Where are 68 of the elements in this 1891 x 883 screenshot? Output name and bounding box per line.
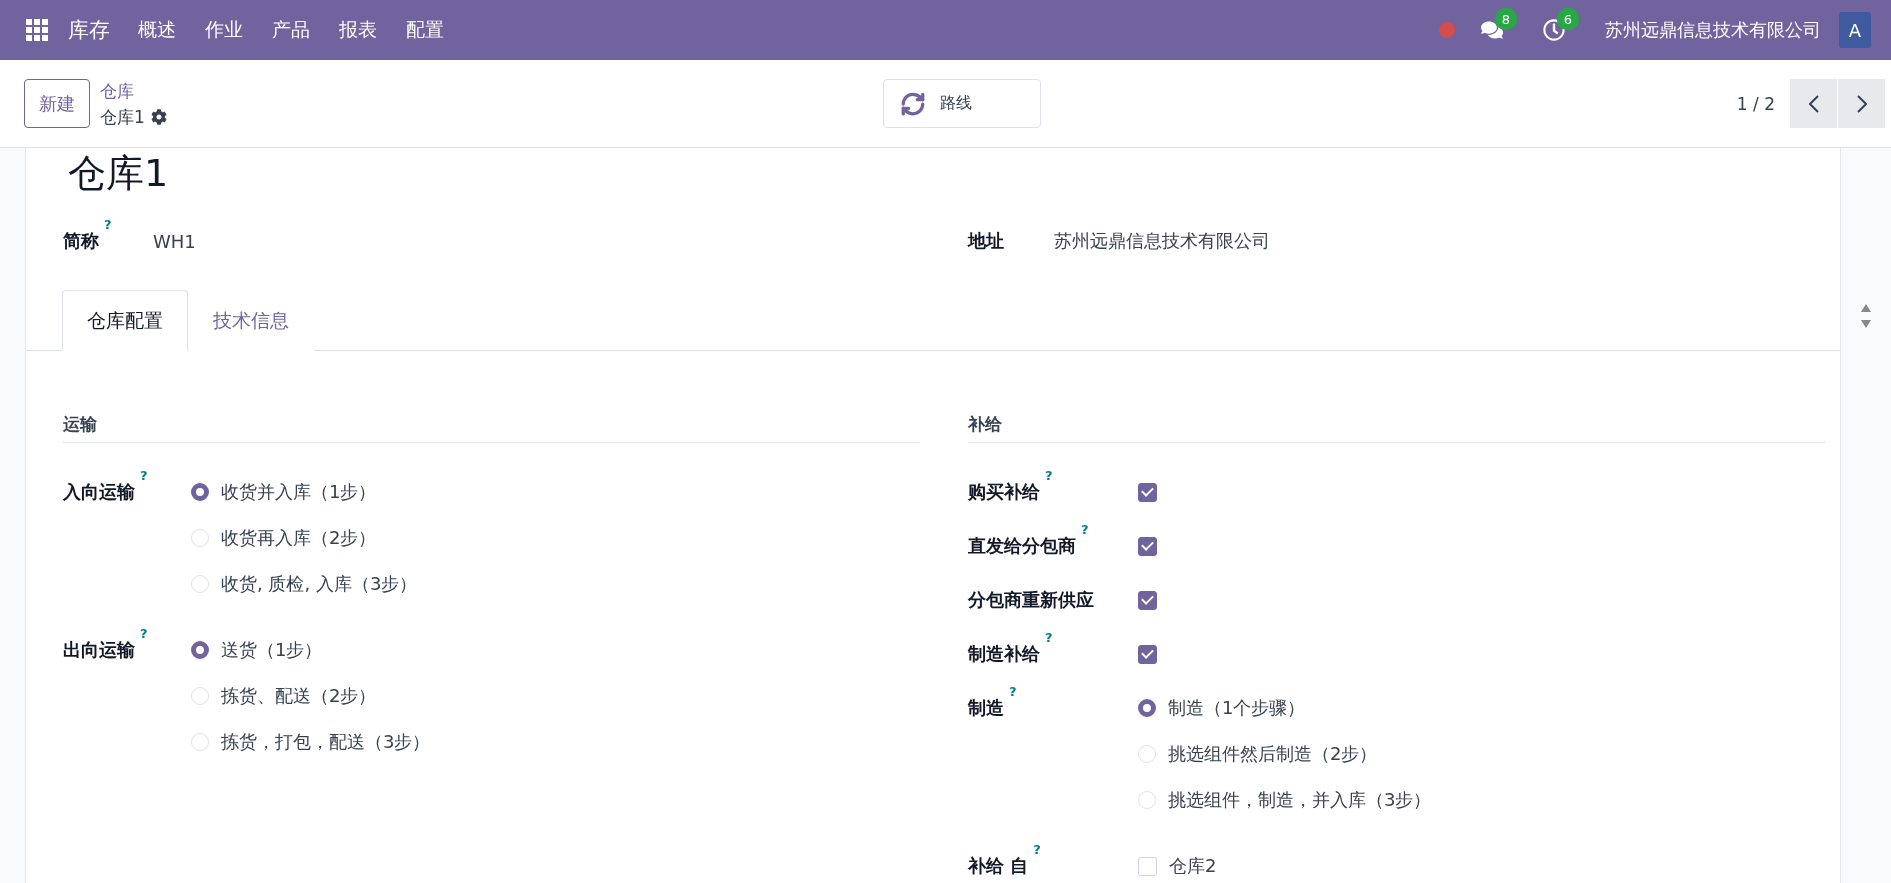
help-tooltip[interactable]: ? xyxy=(1009,685,1017,699)
field-label: 制造 xyxy=(968,696,1004,720)
option-label[interactable]: 仓库2 xyxy=(1169,854,1217,878)
field-label: 简称 xyxy=(63,229,99,253)
field-label: 购买补给 xyxy=(968,480,1040,504)
option-label[interactable]: 收货, 质检, 入库（3步） xyxy=(221,572,418,596)
breadcrumb-link[interactable]: 仓库 xyxy=(100,77,167,104)
option-label[interactable]: 收货并入库（1步） xyxy=(221,480,377,504)
field-value: WH1 xyxy=(153,230,196,252)
field-label: 制造补给 xyxy=(968,642,1040,666)
help-tooltip[interactable]: ? xyxy=(1045,631,1053,645)
chevron-right-icon xyxy=(1856,94,1867,113)
help-tooltip[interactable]: ? xyxy=(1081,523,1089,537)
option-label[interactable]: 拣货、配送（2步） xyxy=(221,684,377,708)
section-heading: 补给 xyxy=(968,413,1825,443)
menu-item[interactable]: 作业 xyxy=(205,17,243,43)
chat-icon[interactable] xyxy=(1481,19,1503,41)
pager-counter[interactable]: 1 / 2 xyxy=(1736,93,1775,114)
radio-button[interactable] xyxy=(1138,699,1156,717)
radio-button[interactable] xyxy=(191,641,209,659)
help-tooltip[interactable]: ? xyxy=(1033,843,1041,857)
field-label: 直发给分包商 xyxy=(968,534,1076,558)
checkbox[interactable] xyxy=(1138,482,1157,502)
menu-item[interactable]: 报表 xyxy=(339,17,377,43)
option-label[interactable]: 挑选组件，制造，并入库（3步） xyxy=(1168,788,1432,812)
help-tooltip[interactable]: ? xyxy=(140,469,148,483)
new-button[interactable]: 新建 xyxy=(24,79,90,128)
scroll-down-icon[interactable] xyxy=(1860,319,1872,329)
checkbox[interactable] xyxy=(1138,590,1157,610)
status-dot-icon[interactable] xyxy=(1439,22,1455,38)
message-count-badge: 8 xyxy=(1495,8,1517,30)
help-tooltip[interactable]: ? xyxy=(1045,469,1053,483)
field-value: 苏州远鼎信息技术有限公司 xyxy=(1054,229,1270,253)
field-label: 出向运输 xyxy=(63,638,135,662)
settings-icon[interactable] xyxy=(150,108,167,125)
breadcrumb-current: 仓库1 xyxy=(100,105,145,129)
help-tooltip[interactable]: ? xyxy=(140,627,148,641)
chevron-left-icon xyxy=(1808,94,1819,113)
company-name[interactable]: 苏州远鼎信息技术有限公司 xyxy=(1605,18,1821,42)
help-tooltip[interactable]: ? xyxy=(104,218,112,232)
checkbox[interactable] xyxy=(1138,536,1157,556)
routes-button[interactable]: 路线 xyxy=(882,79,1041,128)
app-name[interactable]: 库存 xyxy=(68,16,110,44)
option-label[interactable]: 送货（1步） xyxy=(221,638,323,662)
field-label: 地址 xyxy=(968,229,1004,253)
menu-item[interactable]: 概述 xyxy=(138,17,176,43)
checkbox[interactable] xyxy=(1138,644,1157,664)
apps-menu-icon[interactable] xyxy=(26,19,48,41)
field-label: 补给 自 xyxy=(968,854,1029,878)
menu-item[interactable]: 产品 xyxy=(272,17,310,43)
menu-item[interactable]: 配置 xyxy=(406,17,444,43)
radio-button[interactable] xyxy=(191,483,209,501)
scroll-up-icon[interactable] xyxy=(1860,303,1872,313)
section-heading: 运输 xyxy=(63,413,920,443)
refresh-icon xyxy=(899,90,926,117)
field-label: 入向运输 xyxy=(63,480,135,504)
option-label[interactable]: 制造（1个步骤） xyxy=(1168,696,1306,720)
previous-button[interactable] xyxy=(1790,79,1837,128)
tab[interactable]: 仓库配置 xyxy=(62,290,188,351)
field-label: 分包商重新供应 xyxy=(968,588,1094,612)
activity-count-badge: 6 xyxy=(1557,8,1579,30)
option-label[interactable]: 拣货，打包，配送（3步） xyxy=(221,730,431,754)
record-title: 仓库1 xyxy=(67,150,170,197)
clock-icon[interactable] xyxy=(1543,19,1565,41)
user-avatar[interactable]: A xyxy=(1839,12,1871,48)
option-label[interactable]: 收货再入库（2步） xyxy=(221,526,377,550)
next-button[interactable] xyxy=(1838,79,1885,128)
option-label[interactable]: 挑选组件然后制造（2步） xyxy=(1168,742,1378,766)
